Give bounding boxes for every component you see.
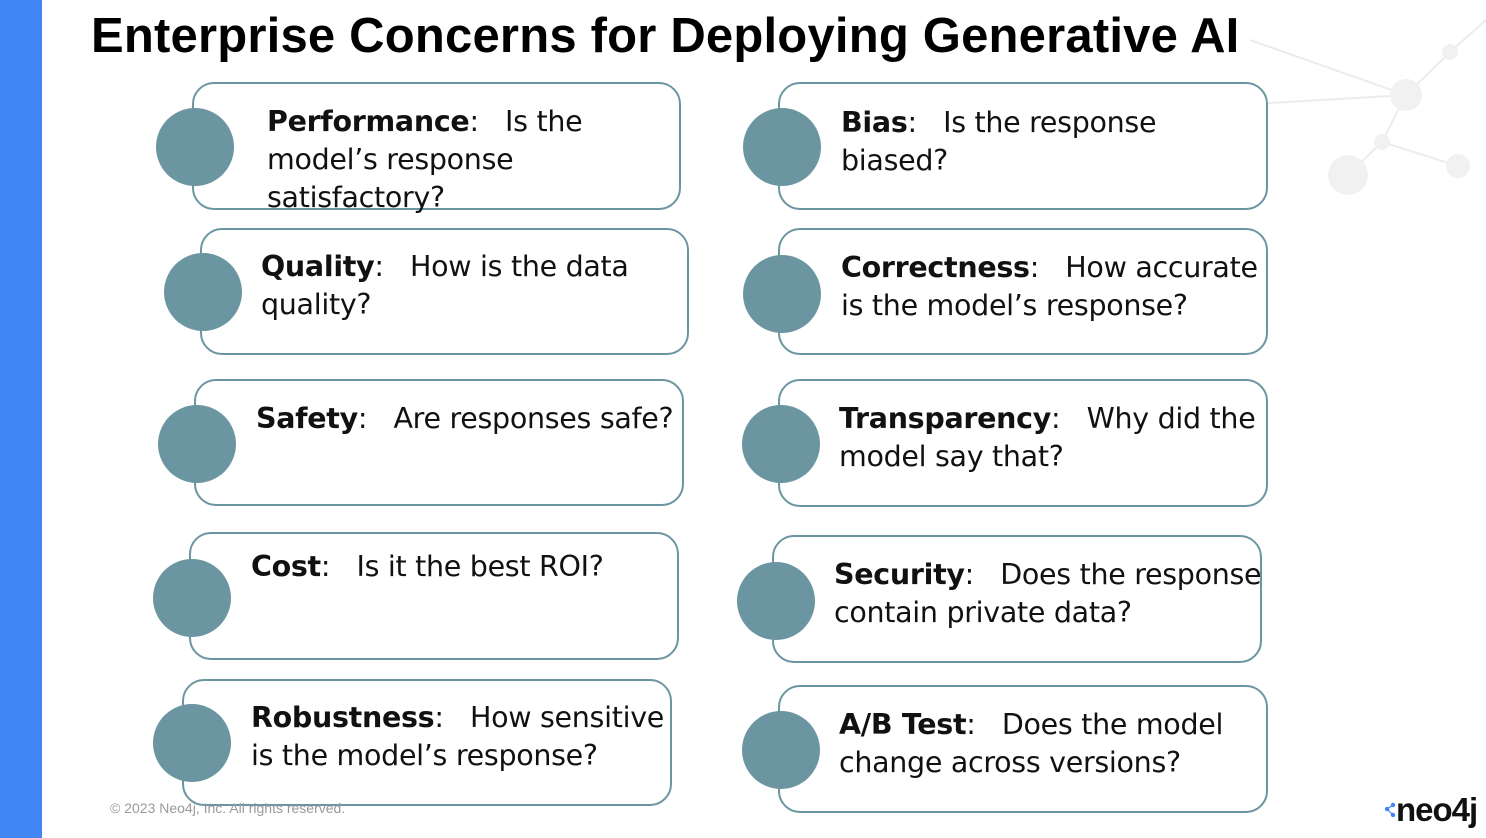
concern-bullet-circle xyxy=(743,255,821,333)
concern-bullet-circle xyxy=(158,405,236,483)
concern-label: Cost xyxy=(251,550,321,583)
concern-label: Security xyxy=(834,558,965,591)
concern-question: Is it the best ROI? xyxy=(356,550,604,583)
concern-bullet-circle xyxy=(737,562,815,640)
neo4j-logo-icon xyxy=(1384,802,1396,818)
concern-label: Robustness xyxy=(251,701,435,734)
concern-question: Are responses safe? xyxy=(393,402,674,435)
concern-text-safety: Safety: Are responses safe? xyxy=(256,402,674,435)
concern-label: Safety xyxy=(256,402,358,435)
concern-text-correctness: Correctness: How accurate is the model’s… xyxy=(841,251,1258,322)
slide-title: Enterprise Concerns for Deploying Genera… xyxy=(91,9,1240,63)
concern-text-ab-test: A/B Test: Does the model change across v… xyxy=(839,708,1224,779)
concern-bullet-circle xyxy=(153,559,231,637)
accent-side-bar xyxy=(0,0,42,838)
concern-label: Quality xyxy=(261,250,375,283)
concern-label: Correctness xyxy=(841,251,1030,284)
concern-text-cost: Cost: Is it the best ROI? xyxy=(251,550,604,583)
concern-label: A/B Test xyxy=(839,708,967,741)
concern-text-security: Security: Does the response contain priv… xyxy=(834,558,1262,629)
concern-bullet-circle xyxy=(164,253,242,331)
neo4j-logo: neo4j xyxy=(1384,790,1478,830)
concern-label: Performance xyxy=(267,105,470,138)
concern-text-transparency: Transparency: Why did the model say that… xyxy=(839,402,1256,473)
concern-text-performance: Performance: Is the model’s response sat… xyxy=(267,105,583,214)
concern-text-robustness: Robustness: How sensitive is the model’s… xyxy=(251,701,664,772)
concern-bullet-circle xyxy=(742,405,820,483)
concern-text-quality: Quality: How is the data quality? xyxy=(261,250,629,321)
concern-label: Transparency xyxy=(839,402,1052,435)
concern-bullet-circle xyxy=(156,108,234,186)
concern-bullet-circle xyxy=(153,704,231,782)
concern-bullet-circle xyxy=(742,711,820,789)
concern-label: Bias xyxy=(841,106,908,139)
concern-text-bias: Bias: Is the response biased? xyxy=(841,106,1157,177)
concern-card-safety xyxy=(194,379,684,506)
concern-bullet-circle xyxy=(743,108,821,186)
logo-text: neo4j xyxy=(1396,791,1478,828)
copyright-footer: © 2023 Neo4j, Inc. All rights reserved. xyxy=(110,800,346,816)
